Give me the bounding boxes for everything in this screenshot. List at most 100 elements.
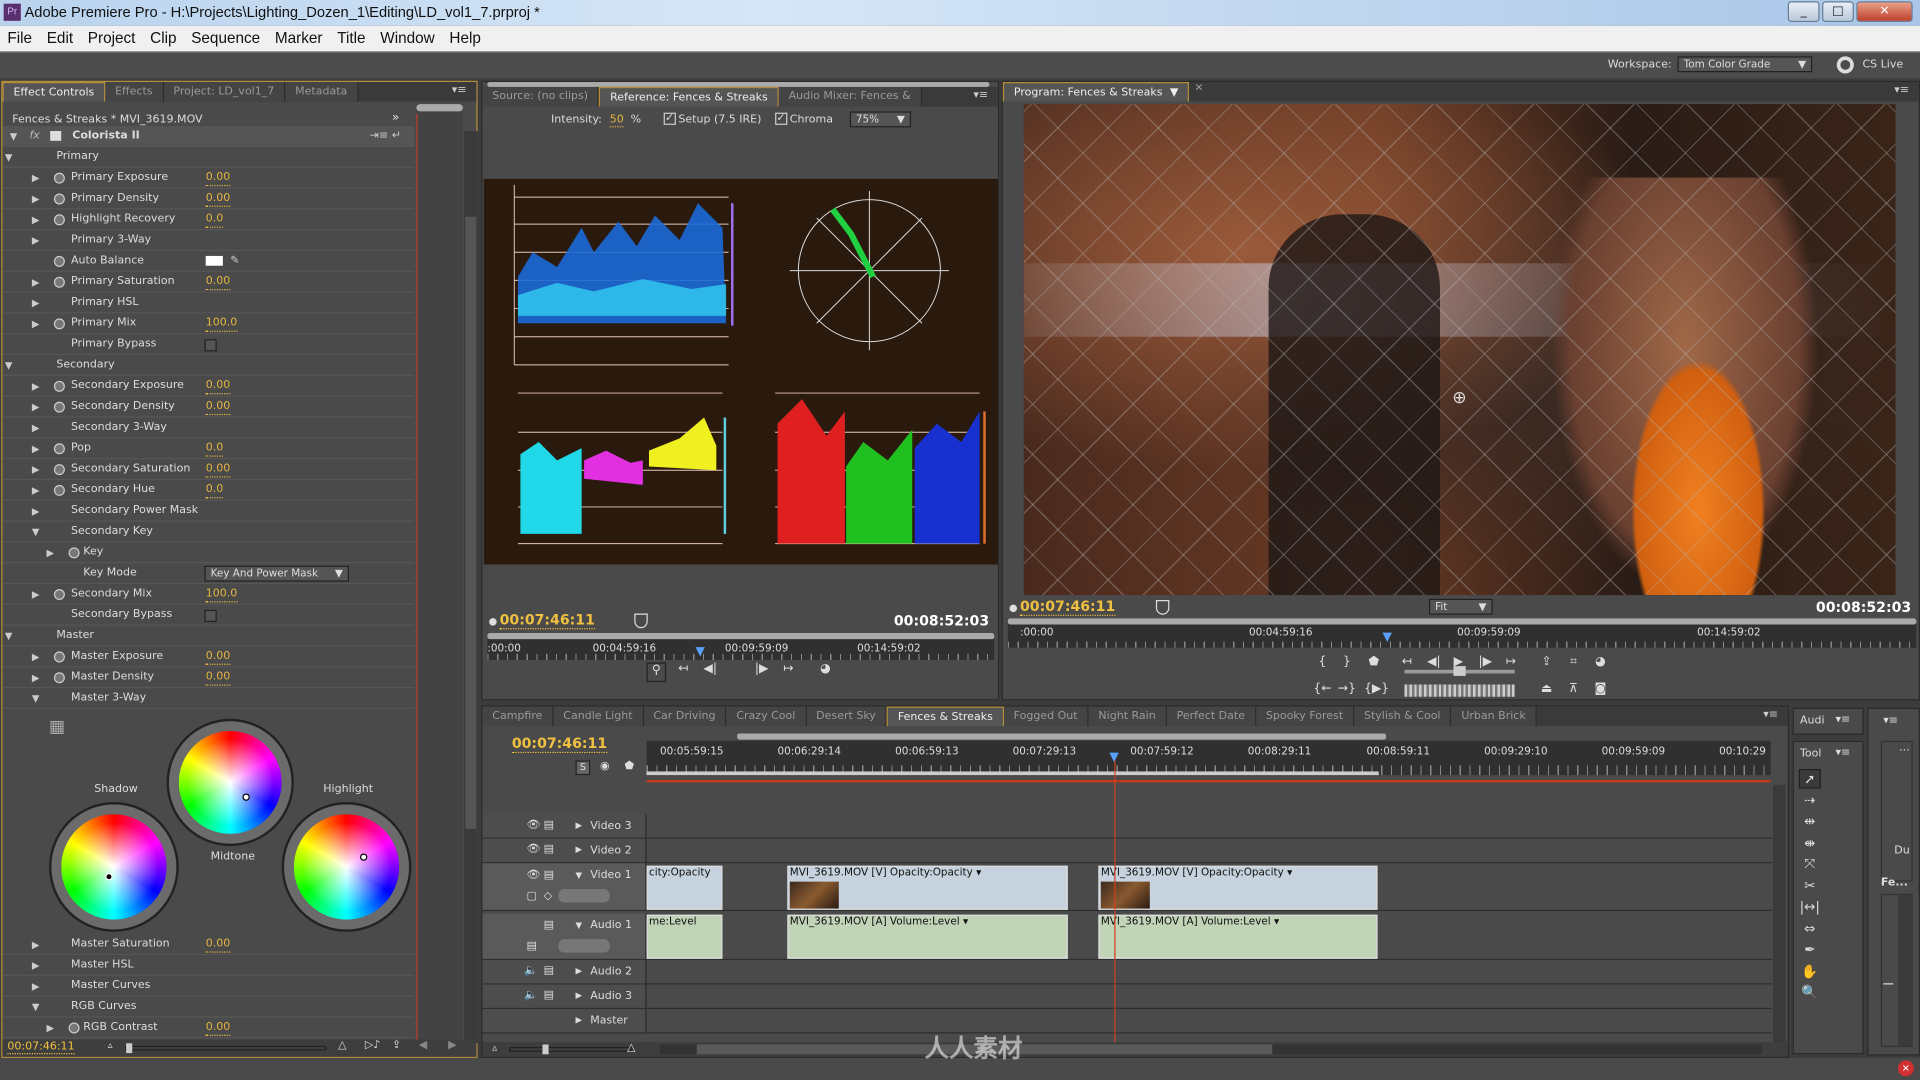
sync-lock-icon[interactable]: ▤	[544, 819, 554, 831]
timeline-timecode[interactable]: 00:07:46:11	[511, 735, 608, 754]
midtone-wheel[interactable]	[168, 721, 292, 844]
property-row-primary-hsl[interactable]: ▶ Primary HSL	[2, 293, 414, 314]
property-row-primary-exposure[interactable]: ▶ Primary Exposure 0.00	[2, 168, 414, 189]
twirl-closed-icon[interactable]: ▶	[32, 976, 40, 997]
track-select-tool-icon[interactable]: ⇢	[1799, 790, 1821, 810]
stopwatch-icon[interactable]	[53, 214, 65, 226]
clip-fx-label[interactable]: Volume:Level	[1201, 916, 1271, 928]
panel-menu-icon[interactable]: ▾≡	[1894, 84, 1909, 96]
twirl-closed-icon[interactable]: ▶	[576, 1015, 583, 1025]
property-value[interactable]: 0.00	[205, 463, 231, 478]
stopwatch-icon[interactable]	[53, 484, 65, 496]
property-row-primary-density[interactable]: ▶ Primary Density 0.00	[2, 189, 414, 210]
clip-video-mvi3619-a[interactable]: MVI_3619.MOV [V] Opacity:Opacity ▾	[787, 865, 1068, 910]
twirl-open-icon[interactable]: ▼	[5, 355, 13, 376]
property-row-secondary-power-mask[interactable]: ▶ Secondary Power Mask	[2, 501, 414, 522]
property-value[interactable]: 0.0	[205, 484, 224, 499]
set-marker-icon[interactable]	[1155, 600, 1170, 615]
twirl-open-icon[interactable]: ▼	[32, 522, 40, 543]
property-row-highlight-recovery[interactable]: ▶ Highlight Recovery 0.0	[2, 209, 414, 231]
tab-effects[interactable]: Effects	[105, 82, 164, 102]
cs-live-icon[interactable]	[1836, 56, 1854, 74]
twirl-closed-icon[interactable]: ▶	[47, 542, 55, 563]
ref-time-ruler[interactable]: :00:00 00:04:59:16 00:09:59:09 00:14:59:02 ▼	[487, 633, 995, 661]
twirl-closed-icon[interactable]: ▶	[576, 820, 583, 830]
menu-project[interactable]: Project	[80, 26, 142, 52]
fit-dropdown[interactable]: Fit ▼	[1428, 598, 1493, 615]
twirl-closed-icon[interactable]: ▶	[32, 272, 40, 293]
twirl-open-icon[interactable]: ▼	[576, 921, 583, 931]
property-row-master-density[interactable]: ▶ Master Density 0.00	[2, 667, 414, 689]
property-row-pop[interactable]: ▶ Pop 0.0	[2, 438, 414, 460]
highlight-wheel[interactable]	[284, 804, 409, 930]
timeline-zoom-slider[interactable]	[509, 1044, 632, 1055]
go-to-in-icon[interactable]: ↤	[1397, 655, 1417, 668]
twirl-closed-icon[interactable]: ▶	[32, 376, 40, 397]
twirl-closed-icon[interactable]: ▶	[32, 584, 40, 605]
slip-tool-icon[interactable]: |↔|	[1799, 898, 1821, 918]
tab-campfire[interactable]: Campfire	[482, 706, 554, 727]
clip-audio-mvi3619-b[interactable]: MVI_3619.MOV [A] Volume:Level ▾	[1098, 914, 1378, 959]
setup-label[interactable]: Setup (7.5 IRE)	[678, 114, 761, 126]
twirl-open-icon[interactable]: ▼	[576, 871, 583, 881]
twirl-open-icon[interactable]: ▼	[32, 997, 40, 1018]
property-row-primary-3-way[interactable]: ▶ Primary 3-Way	[2, 230, 414, 252]
step-back-icon[interactable]: ◀|	[700, 662, 720, 682]
tab-fogged-out[interactable]: Fogged Out	[1003, 706, 1089, 727]
setup-checkbox[interactable]: ✓	[663, 112, 676, 125]
play-audio-icon[interactable]: ▷♪	[365, 1040, 381, 1052]
property-value[interactable]: 0.00	[205, 1021, 231, 1036]
scope-zoom-dropdown[interactable]: 75% ▼	[849, 111, 912, 128]
timeline-ruler[interactable]: 00:05:59:15 00:06:29:14 00:06:59:13 00:07:2…	[646, 740, 1771, 776]
ec-zoom-bar[interactable]	[416, 104, 463, 112]
zoom-out-icon[interactable]: ▵	[108, 1040, 113, 1051]
go-to-in-icon[interactable]: ↤	[673, 662, 693, 682]
tab-program[interactable]: Program: Fences & Streaks ▼	[1002, 82, 1190, 102]
tab-metadata[interactable]: Metadata	[285, 82, 359, 102]
program-video-frame[interactable]: ⊕	[1023, 104, 1896, 596]
shadow-handle[interactable]	[105, 873, 113, 881]
tab-project-ld-vol1-7[interactable]: Project: LD_vol1_7	[163, 82, 286, 102]
property-value[interactable]: 0.00	[205, 171, 231, 187]
slider-handle[interactable]	[542, 1044, 549, 1055]
chevron-down-icon[interactable]: ▼	[1170, 83, 1178, 101]
scrollbar[interactable]	[1897, 895, 1913, 1046]
close-window-button[interactable]: ✕	[1856, 1, 1913, 23]
work-area-bar[interactable]	[646, 771, 1379, 776]
waveform-icon[interactable]: ▤	[527, 940, 537, 952]
chroma-checkbox[interactable]: ✓	[775, 112, 788, 125]
panel-menu-icon[interactable]: ▾≡	[1836, 714, 1851, 726]
property-value[interactable]: 0.00	[205, 276, 231, 291]
gang-to-program-icon[interactable]: ⚲	[646, 662, 667, 683]
stopwatch-icon[interactable]	[53, 672, 65, 684]
property-value[interactable]: 0.0	[205, 213, 224, 228]
twirl-open-icon[interactable]: ▼	[10, 126, 18, 147]
property-value[interactable]: 0.0	[205, 442, 224, 457]
intensity-value[interactable]: 50	[609, 114, 624, 128]
tab-source-no-clips[interactable]: Source: (no clips)	[482, 86, 600, 107]
tab-desert-sky[interactable]: Desert Sky	[806, 706, 887, 727]
stopwatch-icon[interactable]	[53, 443, 65, 455]
panel-menu-icon[interactable]: ▾≡	[1836, 747, 1851, 759]
tab-reference-fences-streaks[interactable]: Reference: Fences & Streaks	[599, 86, 779, 107]
menu-edit[interactable]: Edit	[39, 26, 80, 52]
twirl-closed-icon[interactable]: ▶	[32, 480, 40, 501]
ripple-edit-tool-icon[interactable]: ⇹	[1799, 812, 1821, 832]
twirl-closed-icon[interactable]: ▶	[32, 438, 40, 459]
property-row-primary-saturation[interactable]: ▶ Primary Saturation 0.00	[2, 272, 414, 293]
lift-icon[interactable]: ⇪	[1537, 655, 1557, 668]
twirl-closed-icon[interactable]: ▶	[32, 189, 40, 210]
slider-handle[interactable]	[1883, 983, 1894, 985]
output-icon[interactable]: ◕	[1591, 655, 1611, 668]
tab-audio-mixer-fences[interactable]: Audio Mixer: Fences &	[778, 86, 922, 107]
safe-margins-icon[interactable]: ⌗	[1564, 655, 1584, 668]
property-row-master-curves[interactable]: ▶ Master Curves	[2, 976, 414, 997]
speaker-icon[interactable]: 🔈	[524, 965, 538, 977]
rolling-edit-tool-icon[interactable]: ⇼	[1799, 833, 1821, 853]
keyframe-nav[interactable]	[558, 888, 610, 903]
property-row-secondary-saturation[interactable]: ▶ Secondary Saturation 0.00	[2, 459, 414, 481]
ref-current-timecode[interactable]: 00:07:46:11	[499, 612, 595, 630]
panel-menu-icon[interactable]: ▾≡	[1883, 715, 1898, 727]
twirl-open-icon[interactable]: ▼	[5, 626, 13, 647]
property-row-secondary-key[interactable]: ▼ Secondary Key	[2, 522, 414, 543]
